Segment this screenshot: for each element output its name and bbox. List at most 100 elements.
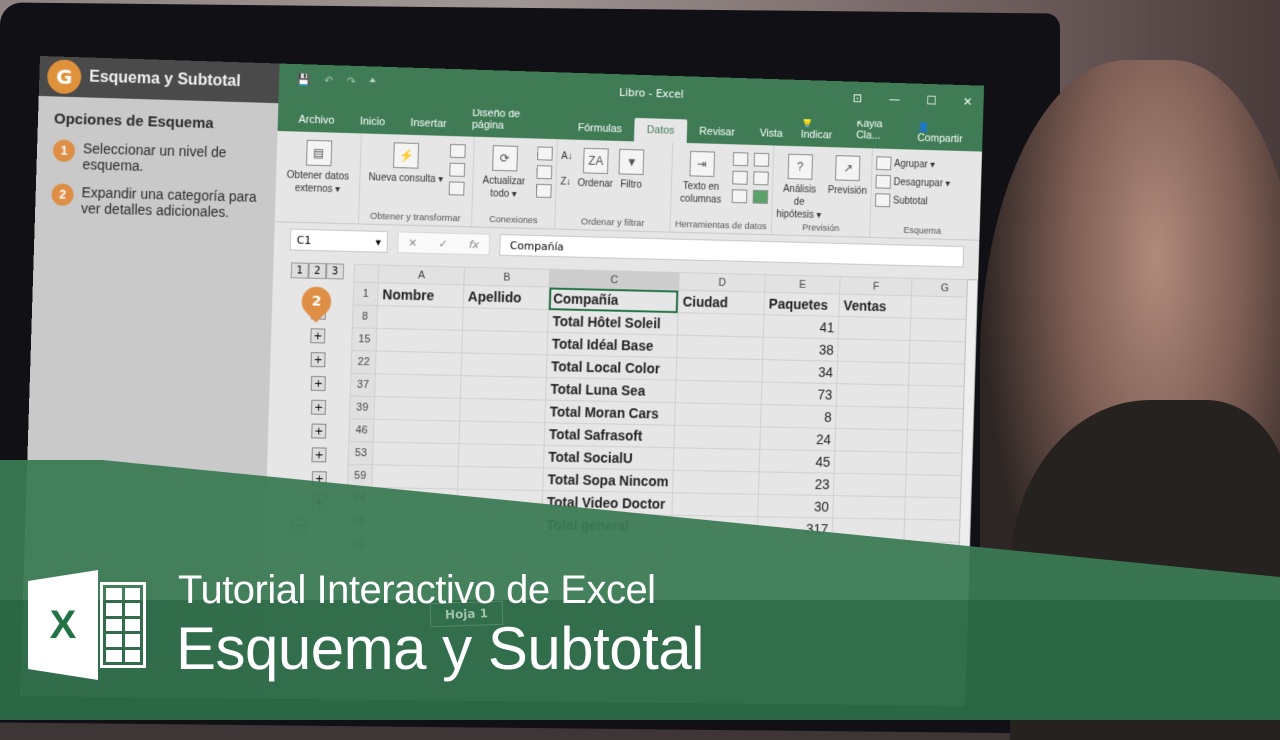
company-cell[interactable]: Total Moran Cars xyxy=(545,400,676,426)
expand-button[interactable]: + xyxy=(311,447,327,463)
cell[interactable] xyxy=(373,419,460,444)
insert-function-icon[interactable]: fx xyxy=(469,238,479,251)
cell[interactable] xyxy=(374,396,461,421)
cell[interactable] xyxy=(675,380,763,405)
cell[interactable]: Nombre xyxy=(377,282,464,308)
show-queries-icon[interactable] xyxy=(449,143,466,159)
get-external-data-button[interactable]: ▤ Obtener datos externos ▾ xyxy=(280,139,357,197)
column-header[interactable]: A xyxy=(378,265,465,285)
cell[interactable] xyxy=(834,428,908,453)
tab-datos[interactable]: Datos xyxy=(634,117,688,143)
cell[interactable] xyxy=(672,470,760,495)
sort-button[interactable]: ZA Ordenar xyxy=(577,147,614,191)
undo-icon[interactable]: ↶ xyxy=(324,73,333,86)
cell[interactable] xyxy=(836,383,910,408)
column-header[interactable]: E xyxy=(764,274,841,295)
active-cell[interactable]: Compañía xyxy=(548,286,679,313)
cell[interactable] xyxy=(673,447,761,472)
cell[interactable] xyxy=(671,492,759,517)
remove-duplicates-icon[interactable] xyxy=(732,170,748,185)
data-validation-icon[interactable] xyxy=(731,189,748,204)
expand-button[interactable]: + xyxy=(310,352,326,368)
cell[interactable]: Apellido xyxy=(463,284,550,310)
cell[interactable] xyxy=(675,357,763,383)
tab-inicio[interactable]: Inicio xyxy=(347,109,398,134)
packages-cell[interactable]: 30 xyxy=(758,494,834,519)
row-header[interactable]: 53 xyxy=(348,441,374,465)
cell[interactable] xyxy=(838,316,912,341)
packages-cell[interactable]: 8 xyxy=(760,404,837,429)
cancel-icon[interactable]: ✕ xyxy=(408,236,417,249)
packages-cell[interactable]: 38 xyxy=(762,337,839,362)
cell[interactable] xyxy=(459,398,546,423)
company-cell[interactable]: Total Hôtel Soleil xyxy=(547,309,678,336)
cell[interactable] xyxy=(677,312,765,338)
cell[interactable] xyxy=(833,473,907,497)
cell[interactable] xyxy=(374,373,462,399)
customize-qat-icon[interactable]: ⩡ xyxy=(369,74,375,88)
cell[interactable] xyxy=(461,352,548,378)
cell[interactable] xyxy=(462,307,549,333)
ribbon-display-options-icon[interactable]: ⊡ xyxy=(853,91,863,105)
from-table-icon[interactable] xyxy=(449,162,466,177)
company-cell[interactable]: Total Sopa Nincom xyxy=(542,467,674,493)
forecast-sheet-button[interactable]: ↗ Previsión xyxy=(828,155,868,198)
column-header[interactable]: F xyxy=(839,276,913,296)
sort-z-a-icon[interactable]: Z↓ xyxy=(560,177,572,188)
company-cell[interactable]: Total Luna Sea xyxy=(545,377,676,403)
edit-links-icon[interactable] xyxy=(535,183,552,199)
cell[interactable] xyxy=(457,466,544,491)
company-cell[interactable]: Total Local Color xyxy=(546,354,677,381)
cell[interactable] xyxy=(676,335,764,360)
cell[interactable] xyxy=(836,361,910,386)
row-header[interactable]: 39 xyxy=(349,396,375,420)
what-if-analysis-button[interactable]: ? Análisis de hipótesis ▾ xyxy=(776,153,823,222)
relationships-icon[interactable] xyxy=(753,171,769,186)
flash-fill-icon[interactable] xyxy=(732,152,749,167)
name-box[interactable]: C1 ▾ xyxy=(289,228,389,253)
expand-button[interactable]: + xyxy=(310,375,326,392)
row-header[interactable]: 15 xyxy=(351,327,378,352)
tab-formulas[interactable]: Fórmulas xyxy=(565,116,635,142)
cell[interactable]: Ciudad xyxy=(677,290,765,315)
cell[interactable] xyxy=(377,305,464,331)
cell[interactable] xyxy=(460,375,547,401)
select-all-corner[interactable] xyxy=(353,264,380,283)
maximize-icon[interactable]: ☐ xyxy=(926,94,937,108)
text-to-columns-button[interactable]: ⇥ Texto en columnas xyxy=(675,150,727,206)
packages-cell[interactable]: 45 xyxy=(759,449,835,474)
save-icon[interactable]: 💾 xyxy=(297,73,311,86)
packages-cell[interactable]: 34 xyxy=(762,359,838,384)
cell[interactable] xyxy=(674,402,762,427)
cell[interactable] xyxy=(832,495,906,520)
company-cell[interactable]: Total Safrasoft xyxy=(544,422,675,448)
recent-sources-icon[interactable] xyxy=(448,181,465,196)
cell[interactable] xyxy=(461,330,548,355)
cell[interactable] xyxy=(673,425,761,450)
column-header[interactable]: D xyxy=(678,272,766,293)
connections-icon[interactable] xyxy=(537,146,553,161)
cell[interactable] xyxy=(375,351,462,376)
tab-archivo[interactable]: Archivo xyxy=(285,107,347,133)
properties-icon[interactable] xyxy=(536,165,553,180)
cell[interactable]: Ventas xyxy=(839,294,912,319)
row-header[interactable]: 8 xyxy=(352,304,378,329)
expand-button[interactable]: + xyxy=(310,328,326,344)
company-cell[interactable]: Total Idéal Base xyxy=(547,332,678,358)
packages-cell[interactable]: 23 xyxy=(758,471,835,496)
expand-button[interactable]: + xyxy=(311,423,327,439)
packages-cell[interactable]: 41 xyxy=(763,314,839,339)
cell[interactable] xyxy=(372,464,459,490)
close-icon[interactable]: ✕ xyxy=(963,95,973,109)
enter-icon[interactable]: ✓ xyxy=(438,237,447,250)
consolidate-icon[interactable] xyxy=(753,152,770,167)
subtotal-button[interactable]: Subtotal xyxy=(874,193,971,209)
redo-icon[interactable]: ↷ xyxy=(347,74,356,87)
cell[interactable] xyxy=(376,328,463,353)
group-button[interactable]: Agrupar ▾ xyxy=(876,156,972,172)
packages-cell[interactable]: 73 xyxy=(761,382,837,407)
filter-button[interactable]: ▼ Filtro xyxy=(618,148,645,192)
outline-level-1-button[interactable]: 1 xyxy=(290,262,309,279)
cell[interactable] xyxy=(372,442,460,467)
minimize-icon[interactable]: — xyxy=(889,92,901,106)
